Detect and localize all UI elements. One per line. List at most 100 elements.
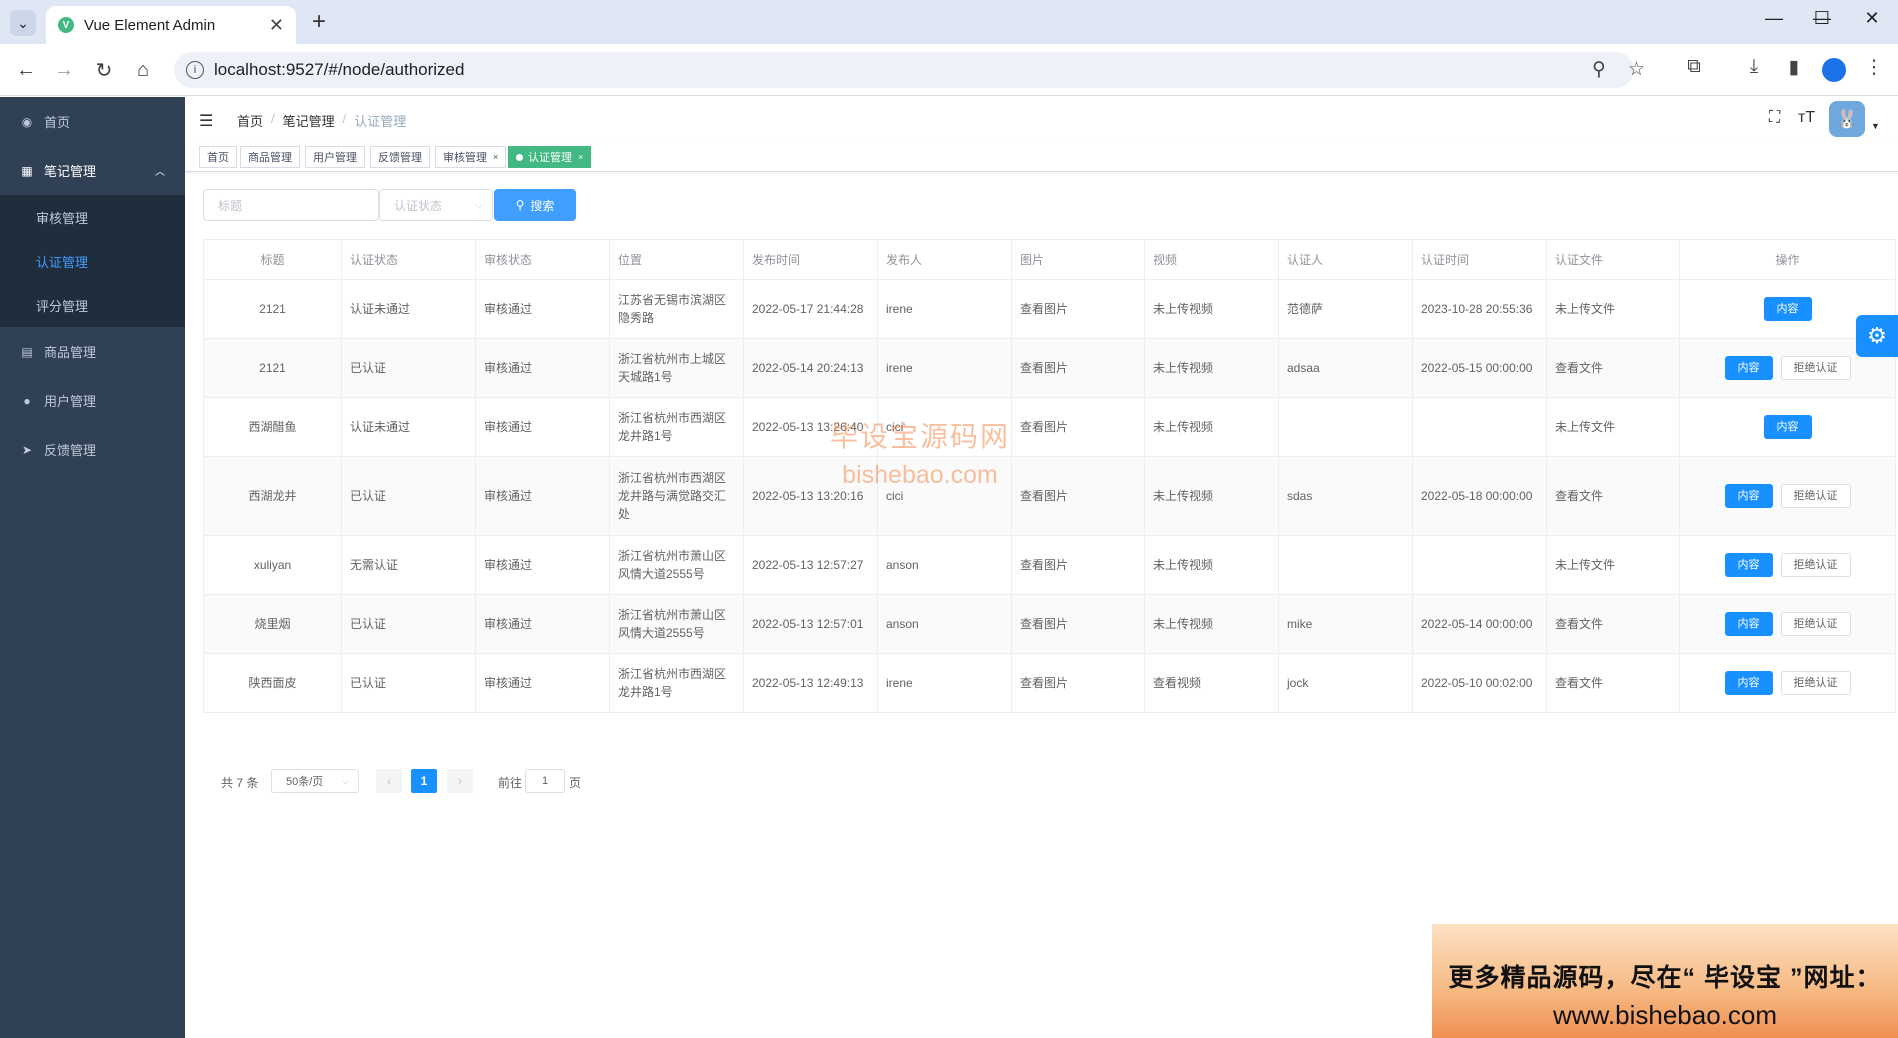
tag-auth[interactable]: 认证管理 × [508, 146, 592, 168]
tag-feedback[interactable]: 反馈管理 [370, 146, 430, 168]
table-cell-image[interactable]: 查看图片 [1011, 456, 1145, 536]
content-button[interactable]: 内容 [1724, 612, 1773, 636]
close-window-button[interactable]: ✕ [1852, 8, 1892, 29]
table-cell-review-status: 审核通过 [475, 456, 610, 536]
reject-auth-button[interactable]: 拒绝认证 [1780, 356, 1851, 380]
tag-users[interactable]: 用户管理 [305, 146, 365, 168]
reject-auth-button[interactable]: 拒绝认证 [1780, 484, 1851, 508]
page-number-button[interactable]: 1 [411, 769, 437, 793]
table-cell-image[interactable]: 查看图片 [1011, 338, 1145, 398]
content-button[interactable]: 内容 [1763, 415, 1812, 439]
address-bar[interactable]: i localhost:9527/#/node/authorized ⚲ ☆ [174, 52, 1645, 88]
next-page-button[interactable]: › [447, 769, 473, 793]
tab-search-button[interactable]: ⌄ [10, 10, 36, 36]
forward-arrow-icon[interactable]: → [50, 56, 78, 84]
tag-label: 认证管理 [528, 152, 572, 164]
maximize-button[interactable]: ☐ [1802, 8, 1842, 29]
table-cell-auth-file[interactable]: 查看文件 [1546, 338, 1680, 398]
font-size-icon[interactable]: ᴛT [1798, 109, 1815, 127]
table-cell-review-status: 审核通过 [475, 535, 610, 595]
column-header: 视频 [1144, 239, 1279, 280]
auth-status-select[interactable]: 认证状态 ⌵ [379, 189, 493, 221]
search-button[interactable]: ⚲ 搜索 [494, 189, 576, 221]
table-cell-image[interactable]: 查看图片 [1011, 535, 1145, 595]
table-cell-auth-time: 2022-05-14 00:00:00 [1412, 594, 1547, 654]
close-icon[interactable]: × [578, 152, 583, 162]
reload-icon[interactable]: ↻ [90, 56, 118, 84]
sidebar-item-goods[interactable]: ▤ 商品管理 [0, 327, 185, 376]
site-info-icon[interactable]: i [186, 61, 204, 79]
caret-down-icon[interactable]: ▼ [1871, 121, 1880, 131]
content-button[interactable]: 内容 [1724, 356, 1773, 380]
content-button[interactable]: 内容 [1724, 553, 1773, 577]
back-arrow-icon[interactable]: ← [12, 56, 40, 84]
content-button[interactable]: 内容 [1724, 484, 1773, 508]
sidebar-subitem-review[interactable]: 审核管理 [0, 195, 185, 239]
tag-goods[interactable]: 商品管理 [240, 146, 300, 168]
download-icon[interactable]: ⤓ [1740, 56, 1768, 78]
dashboard-icon: ◉ [21, 114, 33, 129]
sidebar-item-users[interactable]: ● 用户管理 [0, 376, 185, 425]
breadcrumb-item[interactable]: 笔记管理 [283, 111, 335, 130]
send-icon: ➤ [21, 442, 33, 457]
table-row: 2121 认证未通过 审核通过 江苏省无锡市滨湖区隐秀路 2022-05-17 21:4… [203, 279, 1896, 339]
table-cell-publisher: cici [877, 397, 1012, 457]
reject-auth-button[interactable]: 拒绝认证 [1780, 612, 1851, 636]
reject-auth-button[interactable]: 拒绝认证 [1780, 553, 1851, 577]
bookmark-star-icon[interactable]: ☆ [1628, 58, 1645, 81]
tag-home[interactable]: 首页 [199, 146, 237, 168]
table-cell-actions: 内容 拒绝认证 [1679, 594, 1896, 654]
table-cell-auth-status: 认证未通过 [341, 397, 476, 457]
new-tab-button[interactable]: + [312, 8, 326, 36]
table-cell-auth-file[interactable]: 查看文件 [1546, 456, 1680, 536]
settings-gear-icon[interactable]: ⚙ [1856, 315, 1898, 357]
sidebar-item-feedback[interactable]: ➤ 反馈管理 [0, 425, 185, 474]
url-text: localhost:9527/#/node/authorized [214, 60, 465, 79]
table-cell-location: 浙江省杭州市上城区天城路1号 [609, 338, 744, 398]
page-size-select[interactable]: 50条/页 ⌵ [271, 769, 359, 793]
sidebar-subitem-rating[interactable]: 评分管理 [0, 283, 185, 327]
table-cell-actions: 内容 拒绝认证 [1679, 535, 1896, 595]
chevron-down-icon: ⌄ [17, 14, 29, 31]
avatar[interactable]: 🐰 [1829, 101, 1865, 137]
hamburger-icon[interactable]: ☰ [199, 111, 213, 131]
goto-page-input[interactable]: 1 [525, 769, 565, 793]
table-cell-title: 2121 [203, 338, 342, 398]
table-cell-auth-file: 未上传文件 [1546, 279, 1680, 339]
table-cell-video[interactable]: 查看视频 [1144, 653, 1279, 713]
column-header: 认证时间 [1412, 239, 1547, 280]
tag-review[interactable]: 审核管理 × [435, 146, 507, 168]
close-icon[interactable]: × [493, 152, 498, 162]
zoom-icon[interactable]: ⚲ [1592, 58, 1606, 81]
minimize-button[interactable]: — [1754, 8, 1794, 29]
content-button[interactable]: 内容 [1763, 297, 1812, 321]
sidebar-item-label: 笔记管理 [44, 164, 97, 179]
table-cell-certifier: 范德萨 [1278, 279, 1413, 339]
table-cell-auth-file[interactable]: 查看文件 [1546, 653, 1680, 713]
content-button[interactable]: 内容 [1724, 671, 1773, 695]
sidebar-item-home[interactable]: ◉ 首页 [0, 97, 185, 146]
sidebar-item-notes[interactable]: ▦ 笔记管理 ︿ [0, 146, 185, 195]
reject-auth-button[interactable]: 拒绝认证 [1780, 671, 1851, 695]
home-icon[interactable]: ⌂ [129, 56, 157, 84]
browser-tab[interactable]: V Vue Element Admin ✕ [46, 6, 296, 44]
table-body: 2121 认证未通过 审核通过 江苏省无锡市滨湖区隐秀路 2022-05-17 21:4… [203, 279, 1896, 713]
profile-avatar[interactable] [1822, 58, 1846, 82]
close-icon[interactable]: ✕ [269, 15, 284, 36]
table-cell-publish-time: 2022-05-13 13:20:16 [743, 456, 878, 536]
table-cell-image[interactable]: 查看图片 [1011, 653, 1145, 713]
sidebar-subitem-auth[interactable]: 认证管理 [0, 239, 185, 283]
table-cell-auth-file[interactable]: 查看文件 [1546, 594, 1680, 654]
table-cell-image[interactable]: 查看图片 [1011, 279, 1145, 339]
table-cell-image[interactable]: 查看图片 [1011, 594, 1145, 654]
side-panel-icon[interactable]: ▮ [1780, 56, 1808, 79]
table-cell-title: 西湖醋鱼 [203, 397, 342, 457]
title-filter-input[interactable]: 标题 [203, 189, 379, 221]
prev-page-button[interactable]: ‹ [376, 769, 402, 793]
extensions-icon[interactable]: ⧉ [1680, 56, 1708, 78]
breadcrumb-item[interactable]: 首页 [237, 111, 263, 130]
table-cell-image[interactable]: 查看图片 [1011, 397, 1145, 457]
more-menu-icon[interactable]: ⋮ [1860, 56, 1888, 79]
table-cell-title: 2121 [203, 279, 342, 339]
fullscreen-icon[interactable]: ⛶ [1769, 109, 1780, 127]
